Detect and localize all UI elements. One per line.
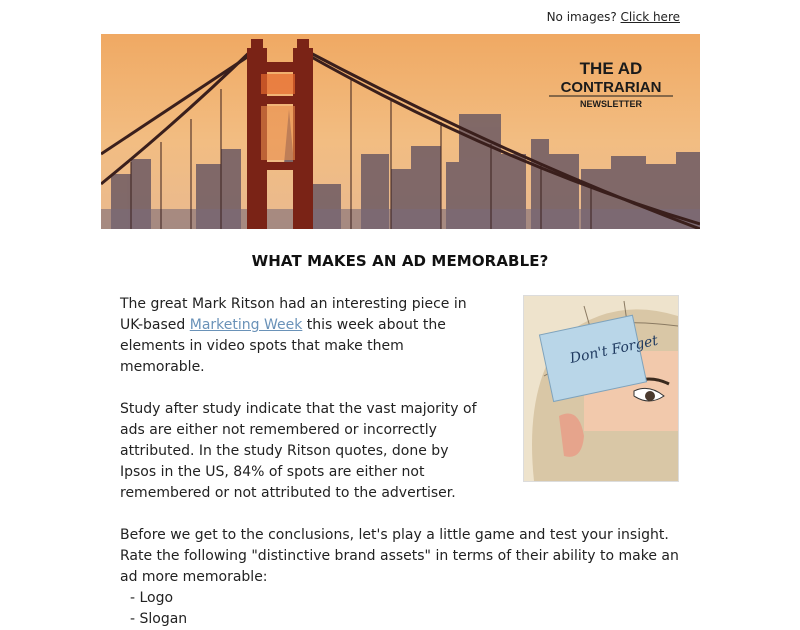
paragraph-3-block: Before we get to the conclusions, let's …: [120, 525, 685, 630]
header-banner-image: THE AD CONTRARIAN NEWSLETTER: [101, 34, 700, 229]
marketing-week-link[interactable]: Marketing Week: [190, 317, 303, 333]
no-images-notice: No images? Click here: [547, 10, 680, 24]
paragraph-1: The great Mark Ritson had an interesting…: [120, 294, 480, 378]
logo-line3: NEWSLETTER: [580, 99, 642, 109]
phrenology-head-image: Don't Forget: [523, 295, 679, 482]
list-item-slogan: - Slogan: [130, 611, 188, 627]
article-headline: WHAT MAKES AN AD MEMORABLE?: [251, 252, 549, 270]
click-here-link[interactable]: Click here: [621, 10, 680, 24]
logo-line2: CONTRARIAN: [561, 79, 662, 96]
no-images-text: No images?: [546, 10, 617, 24]
list-item-logo: - Logo: [130, 590, 174, 606]
paragraph-2: Study after study indicate that the vast…: [120, 401, 477, 501]
intro-column: The great Mark Ritson had an interesting…: [120, 294, 480, 504]
paragraph-3: Before we get to the conclusions, let's …: [120, 527, 679, 585]
logo-line1: THE AD: [580, 59, 643, 78]
